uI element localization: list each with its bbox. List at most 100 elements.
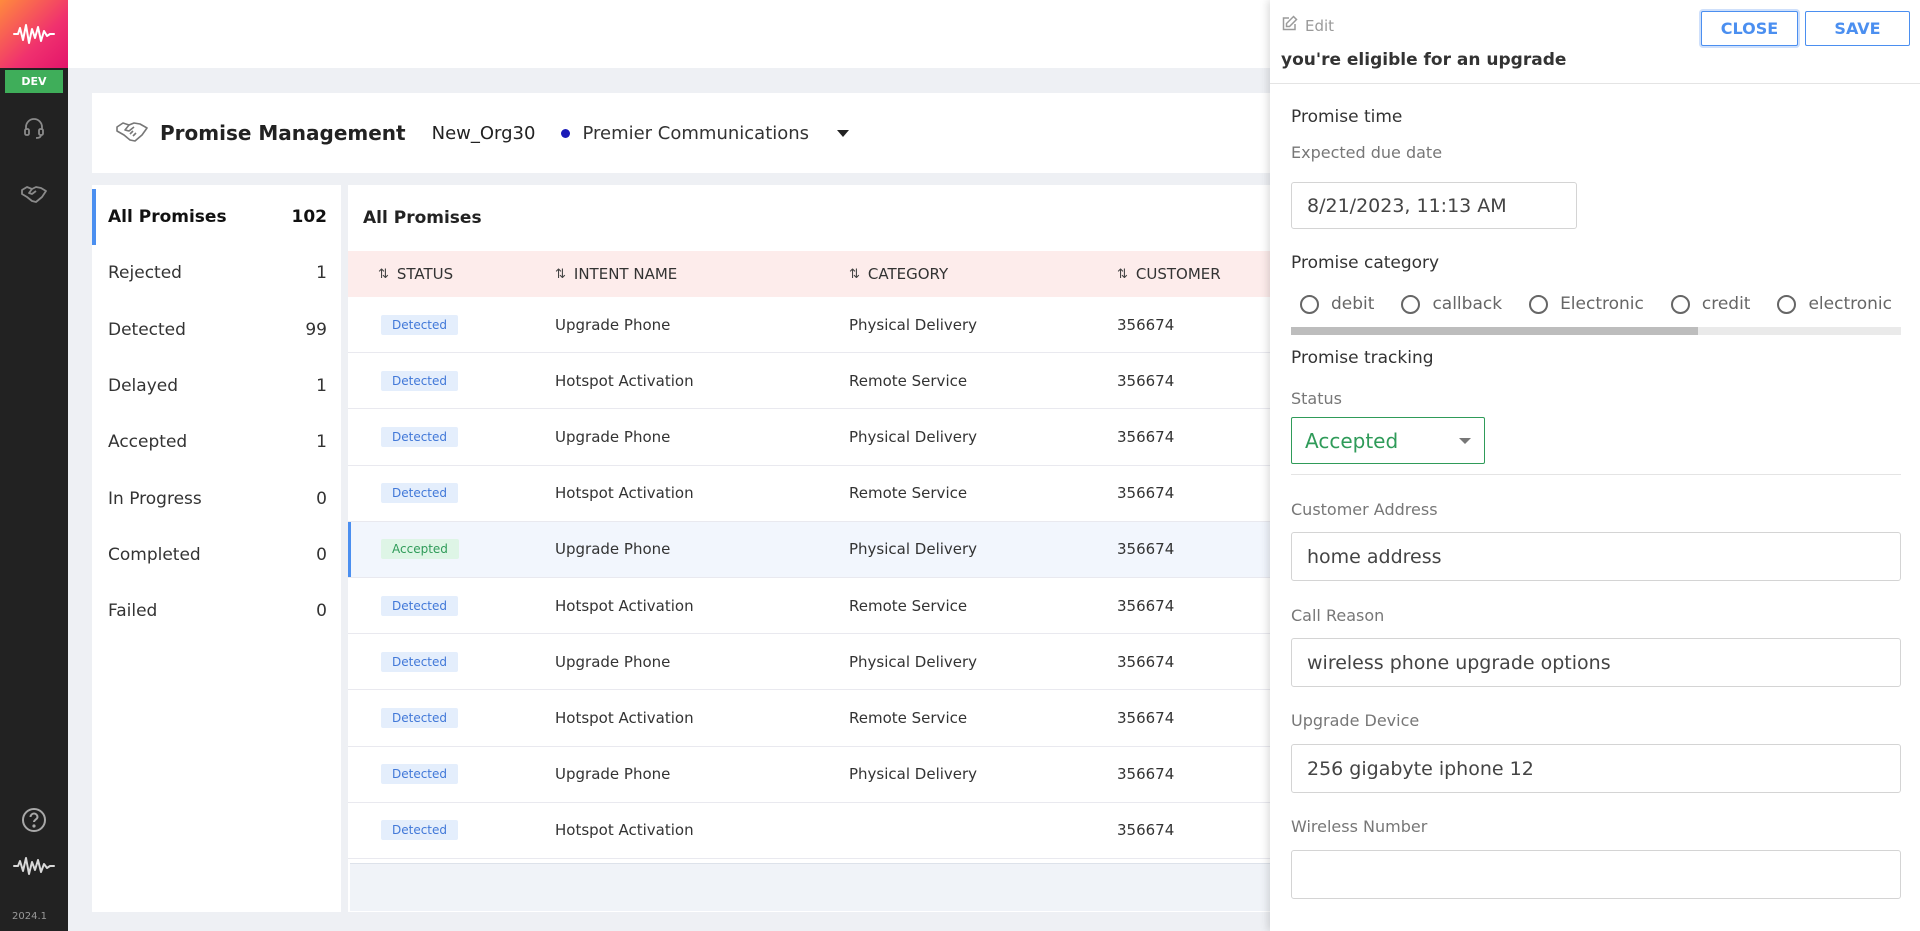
- customer-address-field[interactable]: home address: [1291, 532, 1901, 581]
- env-badge: DEV: [5, 70, 63, 93]
- wave-icon[interactable]: [0, 846, 68, 886]
- table-row[interactable]: Detected Hotspot Activation Remote Servi…: [348, 578, 1352, 635]
- company-status-dot: [561, 128, 571, 138]
- status-badge: Detected: [381, 426, 459, 447]
- column-label: CUSTOMER: [1135, 265, 1221, 283]
- radio-label: callback: [1432, 294, 1503, 314]
- upgrade-device-field[interactable]: 256 gigabyte iphone 12: [1291, 744, 1901, 793]
- status-cell: Detected: [348, 651, 555, 672]
- status-badge: Detected: [381, 370, 459, 391]
- category-cell: Remote Service: [849, 484, 968, 503]
- filter-rejected[interactable]: Rejected 1: [92, 245, 341, 301]
- radio-label: credit: [1701, 294, 1751, 314]
- radio-circle: [1529, 294, 1549, 314]
- chevron-down-icon: [1459, 437, 1471, 444]
- drawer-subtitle: you're eligible for an upgrade: [1281, 50, 1567, 70]
- status-cell: Detected: [348, 595, 555, 616]
- save-button[interactable]: SAVE: [1805, 11, 1910, 46]
- filter-completed[interactable]: Completed 0: [92, 527, 341, 583]
- category-radio-debit[interactable]: debit: [1300, 294, 1374, 314]
- category-radio-credit[interactable]: credit: [1670, 294, 1751, 314]
- company-selector-label[interactable]: Premier Communications: [582, 123, 809, 144]
- edit-button[interactable]: Edit: [1281, 15, 1334, 36]
- intent-cell: Hotspot Activation: [555, 371, 694, 390]
- filter-detected[interactable]: Detected 99: [92, 302, 341, 358]
- status-cell: Detected: [348, 820, 555, 841]
- filter-count: 1: [316, 376, 327, 397]
- call-reason-field[interactable]: wireless phone upgrade options: [1291, 638, 1901, 687]
- radio-label: debit: [1331, 294, 1375, 314]
- edit-label: Edit: [1305, 16, 1335, 35]
- status-cell: Detected: [348, 764, 555, 785]
- table-row[interactable]: Detected Upgrade Phone Physical Delivery…: [348, 634, 1352, 691]
- filter-count: 0: [316, 488, 327, 509]
- filter-delayed[interactable]: Delayed 1: [92, 358, 341, 414]
- table-row[interactable]: Detected Hotspot Activation Remote Servi…: [348, 353, 1352, 410]
- table-row[interactable]: Detected Hotspot Activation 356674: [348, 803, 1352, 859]
- promise-category-heading: Promise category: [1291, 253, 1440, 273]
- status-cell: Detected: [348, 314, 555, 335]
- close-button[interactable]: CLOSE: [1701, 11, 1798, 46]
- status-badge: Detected: [381, 314, 459, 335]
- filter-accepted[interactable]: Accepted 1: [92, 414, 341, 470]
- table-row[interactable]: Detected Upgrade Phone Physical Delivery…: [348, 297, 1352, 354]
- column-label: INTENT NAME: [573, 265, 678, 283]
- table-row[interactable]: Detected Hotspot Activation Remote Servi…: [348, 690, 1352, 747]
- table-row[interactable]: Detected Hotspot Activation Remote Servi…: [348, 466, 1352, 522]
- scrollbar-thumb[interactable]: [1291, 327, 1698, 335]
- category-cell: Physical Delivery: [849, 652, 978, 671]
- due-date-field[interactable]: 8/21/2023, 11:13 AM: [1291, 182, 1577, 229]
- status-select-value: Accepted: [1305, 428, 1399, 453]
- column-label: CATEGORY: [867, 265, 949, 283]
- page-header: Promise Management New_Org30 Premier Com…: [92, 93, 1352, 173]
- promise-category-radio-group: debit callback Electronic credit electro…: [1291, 290, 1901, 318]
- promise-filter-list: All Promises 102 Rejected 1 Detected 99 …: [92, 185, 341, 912]
- due-date-label: Expected due date: [1291, 143, 1443, 162]
- table-title: All Promises: [363, 208, 482, 228]
- status-cell: Accepted: [348, 539, 555, 560]
- handshake-icon[interactable]: [0, 174, 68, 214]
- category-cell: Remote Service: [849, 596, 968, 615]
- wave-logo-icon[interactable]: [0, 0, 68, 68]
- intent-cell: Upgrade Phone: [555, 652, 671, 671]
- category-cell: Remote Service: [849, 708, 968, 727]
- intent-cell: Hotspot Activation: [555, 484, 694, 503]
- category-radio-callback[interactable]: callback: [1401, 294, 1502, 314]
- drawer-header: Edit you're eligible for an upgrade CLOS…: [1270, 0, 1920, 84]
- category-horizontal-scrollbar[interactable]: [1291, 327, 1901, 335]
- intent-cell: Hotspot Activation: [555, 596, 694, 615]
- column-header-intent-name[interactable]: ⇅ INTENT NAME: [555, 265, 849, 283]
- filter-failed[interactable]: Failed 0: [92, 583, 341, 639]
- intent-cell: Upgrade Phone: [555, 540, 671, 559]
- category-radio-electronic-lower[interactable]: electronic: [1777, 294, 1892, 314]
- column-header-category[interactable]: ⇅ CATEGORY: [849, 265, 1117, 283]
- wireless-number-field[interactable]: [1291, 850, 1901, 899]
- filter-label: In Progress: [108, 488, 202, 509]
- category-radio-electronic[interactable]: Electronic: [1529, 294, 1644, 314]
- category-cell: Remote Service: [849, 371, 968, 390]
- status-cell: Detected: [348, 707, 555, 728]
- filter-in-progress[interactable]: In Progress 0: [92, 470, 341, 526]
- column-header-status[interactable]: ⇅ STATUS: [348, 265, 555, 283]
- handshake-icon: [116, 118, 148, 148]
- filter-all-promises[interactable]: All Promises 102: [92, 189, 341, 246]
- table-row[interactable]: Detected Upgrade Phone Physical Delivery…: [348, 747, 1352, 803]
- status-select[interactable]: Accepted: [1291, 417, 1485, 464]
- category-cell: Physical Delivery: [849, 315, 978, 334]
- promises-table-panel: All Promises ⇅ STATUS ⇅ INTENT NAME ⇅ CA…: [348, 185, 1352, 912]
- edit-icon: [1281, 15, 1298, 36]
- column-label: STATUS: [396, 265, 454, 283]
- help-icon[interactable]: [0, 800, 68, 840]
- chevron-down-icon[interactable]: [837, 129, 850, 137]
- filter-count: 102: [291, 207, 328, 228]
- call-reason-label: Call Reason: [1291, 606, 1385, 625]
- filter-count: 0: [316, 544, 327, 565]
- table-row-selected[interactable]: Accepted Upgrade Phone Physical Delivery…: [348, 521, 1352, 578]
- sort-icon: ⇅: [849, 266, 860, 282]
- status-badge: Detected: [381, 651, 459, 672]
- headset-icon[interactable]: [0, 108, 68, 148]
- status-label: Status: [1291, 389, 1342, 408]
- table-row[interactable]: Detected Upgrade Phone Physical Delivery…: [348, 409, 1352, 466]
- filter-count: 99: [305, 319, 327, 340]
- radio-label: electronic: [1808, 294, 1892, 314]
